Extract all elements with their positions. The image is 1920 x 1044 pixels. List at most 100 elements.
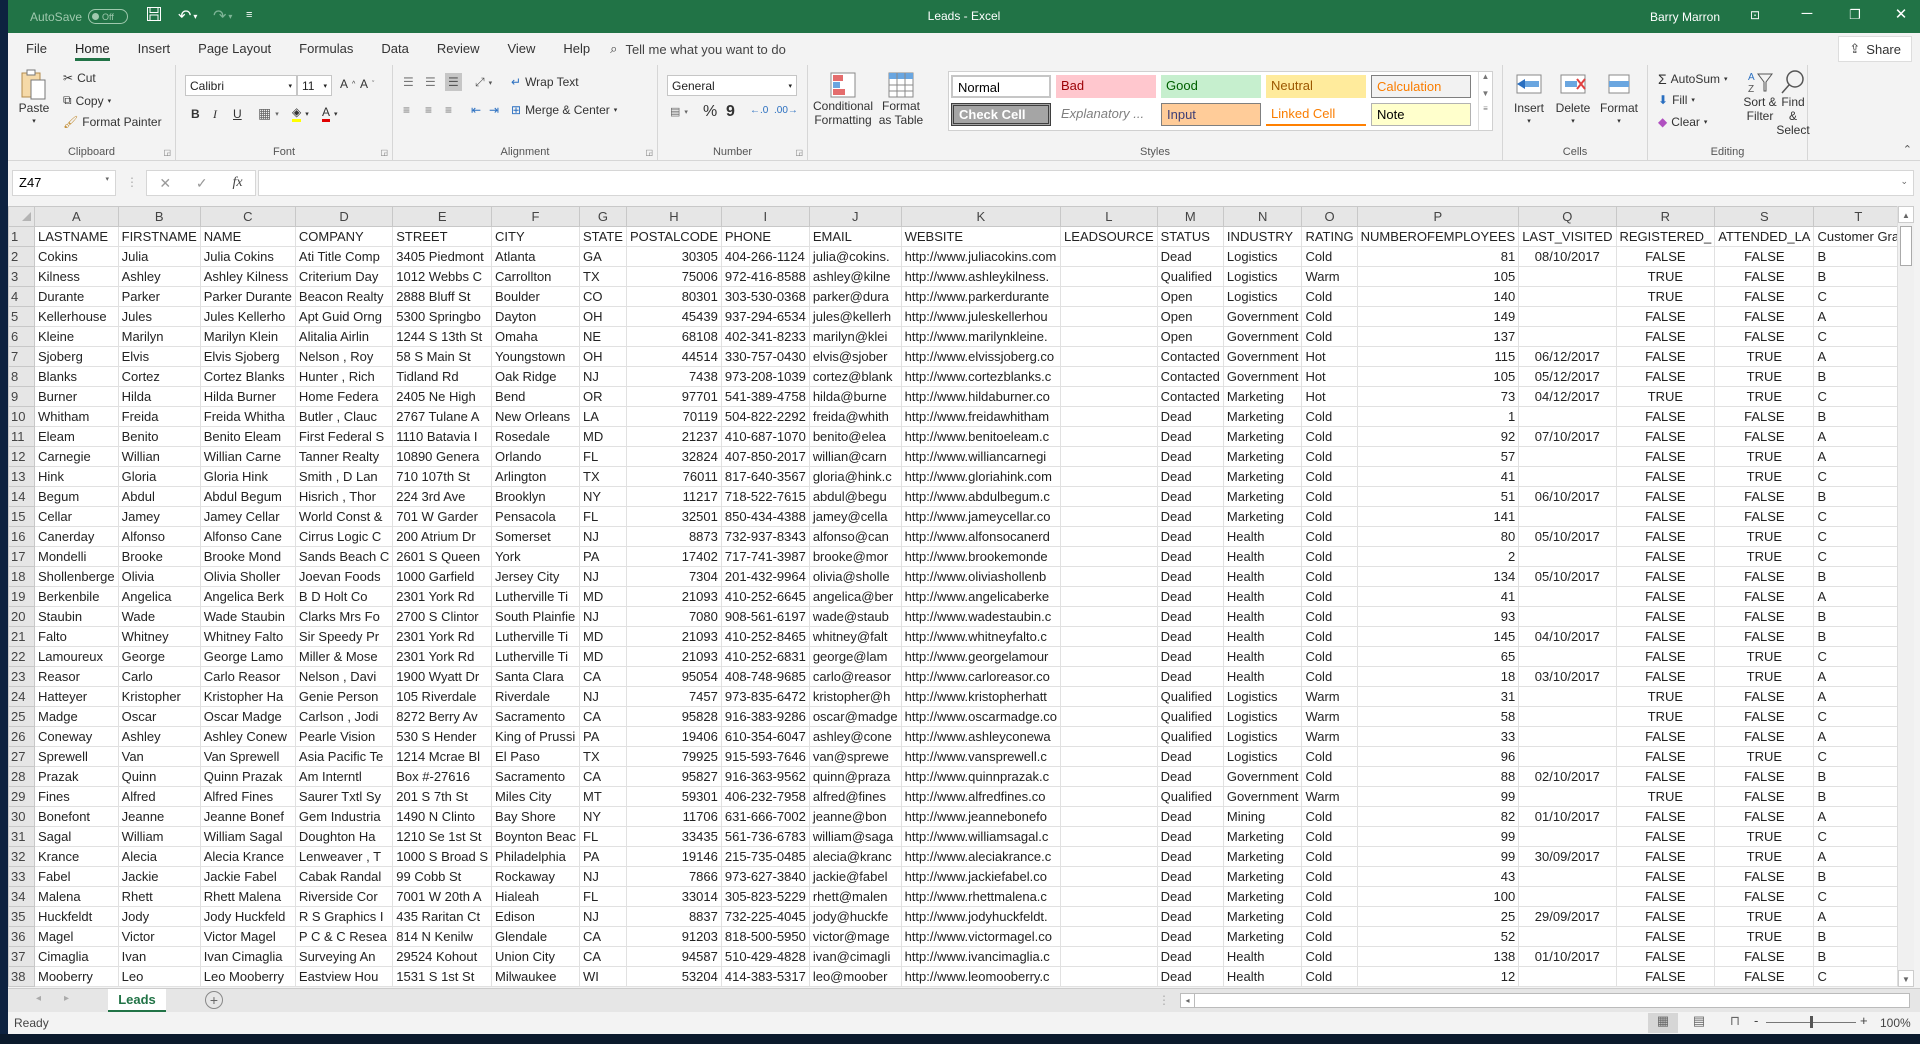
- cell-c[interactable]: Alfonso Cane: [199, 526, 296, 547]
- cell-t[interactable]: B: [1813, 946, 1897, 967]
- cell-c[interactable]: Cortez Blanks: [199, 366, 296, 387]
- select-all-corner[interactable]: [8, 206, 35, 227]
- column-title-cell[interactable]: EMAIL: [808, 226, 902, 247]
- cell-c[interactable]: Gloria Hink: [199, 466, 296, 487]
- fill-button[interactable]: ⬇ Fill ▾: [1658, 93, 1695, 107]
- cell-e[interactable]: 1012 Webbs C: [392, 266, 493, 287]
- cell-k[interactable]: http://www.jackiefabel.co: [900, 866, 1062, 887]
- cell-i[interactable]: 406-232-7958: [720, 786, 810, 807]
- cell-d[interactable]: Tanner Realty: [294, 446, 394, 467]
- cell-p[interactable]: 43: [1356, 866, 1520, 887]
- cell-k[interactable]: http://www.freidawhitham: [900, 406, 1062, 427]
- horizontal-scrollbar[interactable]: ◂ ▸: [1180, 993, 1910, 1008]
- cell-j[interactable]: alecia@kranc: [808, 846, 902, 867]
- cell-t[interactable]: A: [1813, 906, 1897, 927]
- column-header-p[interactable]: P: [1356, 206, 1520, 227]
- cell-n[interactable]: Marketing: [1222, 846, 1303, 867]
- cell-d[interactable]: Pearle Vision: [294, 726, 394, 747]
- cell-p[interactable]: 58: [1356, 706, 1520, 727]
- cell-m[interactable]: Qualified: [1156, 686, 1224, 707]
- cell-n[interactable]: Marketing: [1222, 506, 1303, 527]
- cell-i[interactable]: 718-522-7615: [720, 486, 810, 507]
- cell-l[interactable]: [1060, 686, 1158, 707]
- decrease-font-icon[interactable]: Aˇ: [360, 77, 374, 91]
- cell-m[interactable]: Open: [1156, 326, 1224, 347]
- increase-decimal-icon[interactable]: ←.0: [750, 105, 768, 116]
- cell-o[interactable]: Warm: [1301, 686, 1358, 707]
- cell-q[interactable]: [1518, 726, 1617, 747]
- cell-t[interactable]: A: [1813, 846, 1897, 867]
- cell-n[interactable]: Government: [1222, 366, 1303, 387]
- cell-h[interactable]: 76011: [625, 466, 722, 487]
- cell-e[interactable]: 200 Atrium Dr: [392, 526, 493, 547]
- cell-s[interactable]: FALSE: [1714, 426, 1815, 447]
- cell-t[interactable]: A: [1813, 426, 1897, 447]
- cell-l[interactable]: [1060, 426, 1158, 447]
- cell-r[interactable]: FALSE: [1615, 366, 1716, 387]
- add-sheet-icon[interactable]: +: [205, 991, 223, 1009]
- cell-m[interactable]: Qualified: [1156, 266, 1224, 287]
- cell-e[interactable]: 99 Cobb St: [392, 866, 493, 887]
- cell-r[interactable]: FALSE: [1615, 866, 1716, 887]
- font-size-select[interactable]: 11 ▾: [297, 75, 332, 96]
- cell-m[interactable]: Dead: [1156, 766, 1224, 787]
- cell-b[interactable]: Ashley: [117, 266, 201, 287]
- cell-t[interactable]: B: [1813, 866, 1897, 887]
- row-header[interactable]: 36: [8, 926, 35, 947]
- cell-k[interactable]: http://www.benitoeleam.c: [900, 426, 1062, 447]
- cell-i[interactable]: 541-389-4758: [720, 386, 810, 407]
- cell-g[interactable]: OR: [579, 386, 627, 407]
- cell-h[interactable]: 17402: [625, 546, 722, 567]
- cell-r[interactable]: TRUE: [1615, 706, 1716, 727]
- cell-j[interactable]: jody@huckfe: [808, 906, 902, 927]
- cell-p[interactable]: 25: [1356, 906, 1520, 927]
- orientation-icon[interactable]: ⤢ ▾: [475, 75, 492, 90]
- row-header[interactable]: 1: [8, 226, 35, 247]
- column-header-d[interactable]: D: [294, 206, 394, 227]
- column-title-cell[interactable]: COMPANY: [294, 226, 394, 247]
- cell-c[interactable]: Parker Durante: [199, 286, 296, 307]
- cell-k[interactable]: http://www.aleciakrance.c: [900, 846, 1062, 867]
- top-align-icon[interactable]: ☰: [403, 75, 414, 89]
- cell-o[interactable]: Warm: [1301, 786, 1358, 807]
- cell-p[interactable]: 115: [1356, 346, 1520, 367]
- cell-l[interactable]: [1060, 446, 1158, 467]
- cell-j[interactable]: kristopher@h: [808, 686, 902, 707]
- cell-n[interactable]: Logistics: [1222, 726, 1303, 747]
- cell-a[interactable]: Whitham: [34, 406, 119, 427]
- cell-f[interactable]: El Paso: [491, 746, 580, 767]
- cell-g[interactable]: PA: [579, 846, 627, 867]
- cell-style-neutral[interactable]: Neutral: [1266, 75, 1366, 98]
- cell-j[interactable]: cortez@blank: [808, 366, 902, 387]
- cell-b[interactable]: Jeanne: [117, 806, 201, 827]
- cell-n[interactable]: Marketing: [1222, 826, 1303, 847]
- cell-f[interactable]: Miles City: [491, 786, 580, 807]
- cell-d[interactable]: Cabak Randal: [294, 866, 394, 887]
- cell-f[interactable]: Omaha: [491, 326, 580, 347]
- row-header[interactable]: 35: [8, 906, 35, 927]
- cell-n[interactable]: Health: [1222, 966, 1303, 987]
- cell-g[interactable]: MD: [579, 646, 627, 667]
- cell-a[interactable]: Begum: [34, 486, 119, 507]
- cell-f[interactable]: York: [491, 546, 580, 567]
- cell-d[interactable]: Lenweaver , T: [294, 846, 394, 867]
- cell-a[interactable]: Hatteyer: [34, 686, 119, 707]
- cell-h[interactable]: 95828: [625, 706, 722, 727]
- cell-l[interactable]: [1060, 526, 1158, 547]
- cell-q[interactable]: 06/10/2017: [1518, 486, 1617, 507]
- cell-a[interactable]: Mooberry: [34, 966, 119, 987]
- cell-l[interactable]: [1060, 826, 1158, 847]
- column-title-cell[interactable]: ATTENDED_LA: [1714, 226, 1815, 247]
- cell-s[interactable]: TRUE: [1714, 906, 1815, 927]
- cell-c[interactable]: Abdul Begum: [199, 486, 296, 507]
- cell-r[interactable]: FALSE: [1615, 446, 1716, 467]
- column-header-a[interactable]: A: [34, 206, 119, 227]
- row-header[interactable]: 5: [8, 306, 35, 327]
- cell-l[interactable]: [1060, 926, 1158, 947]
- decrease-indent-icon[interactable]: ⇤: [471, 103, 481, 117]
- zoom-slider-thumb[interactable]: [1810, 1016, 1813, 1028]
- cell-p[interactable]: 100: [1356, 886, 1520, 907]
- cell-p[interactable]: 138: [1356, 946, 1520, 967]
- cell-o[interactable]: Cold: [1301, 666, 1358, 687]
- cell-n[interactable]: Logistics: [1222, 286, 1303, 307]
